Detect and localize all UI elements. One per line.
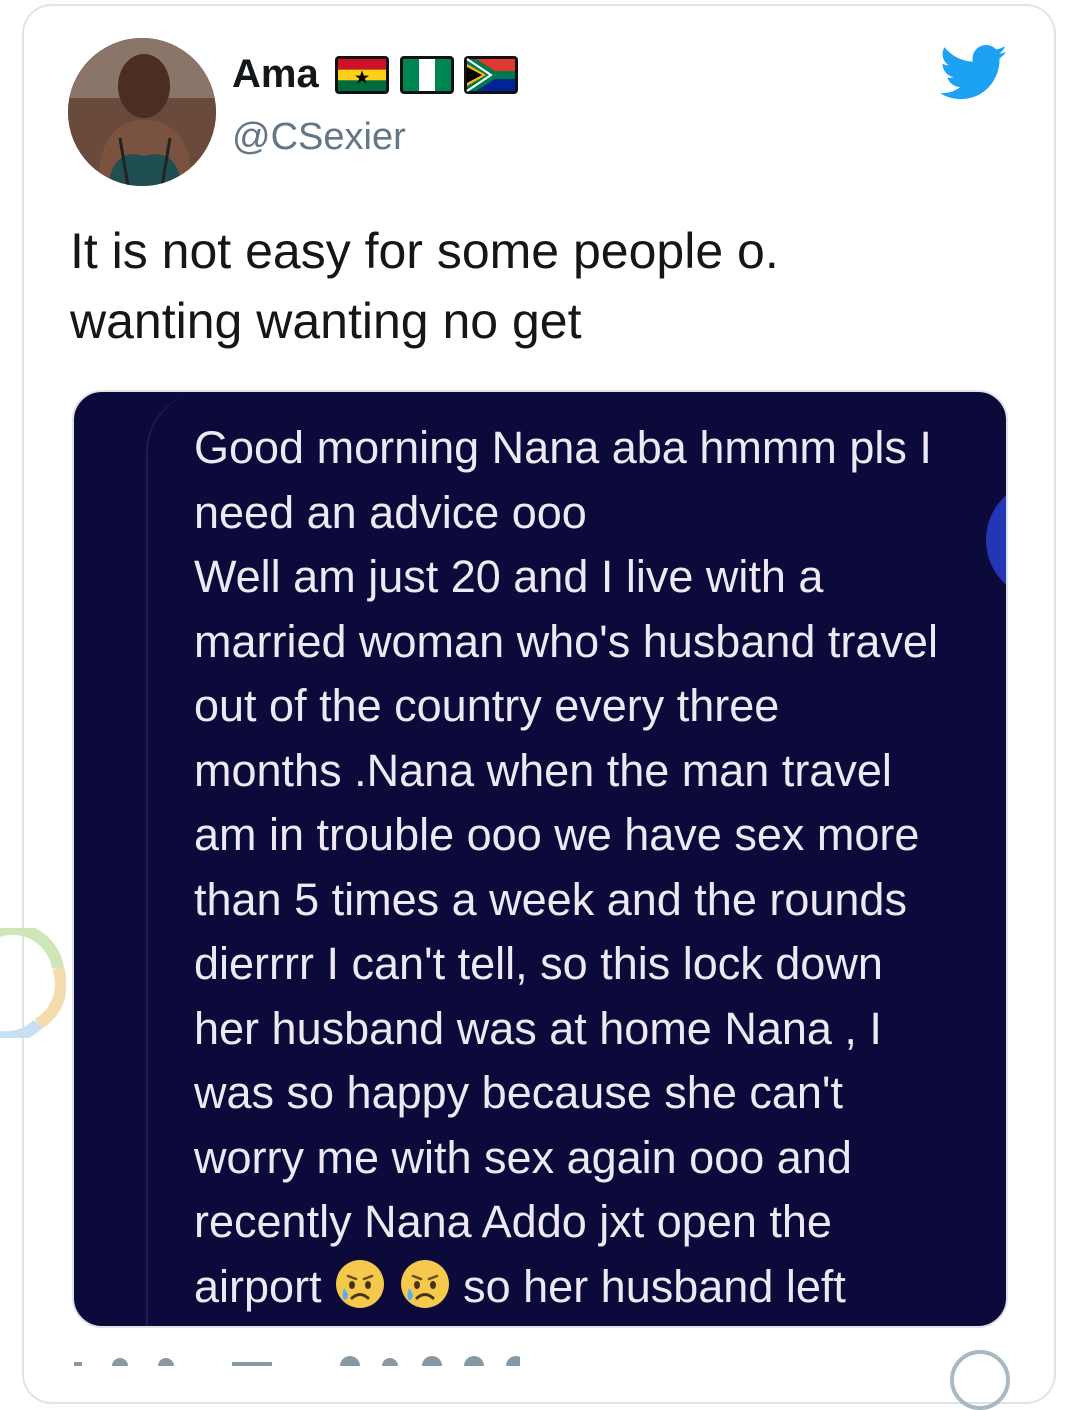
tweet-text: It is not easy for some people o. wantin… <box>70 216 970 356</box>
message-line: was so happy because she can't <box>194 1067 844 1118</box>
message-text: so her husband left <box>463 1260 846 1312</box>
message-line: dierrrr I can't tell, so this lock down <box>194 938 883 989</box>
tweet-media-image[interactable]: Good morning Nana aba hmmm pls I need an… <box>72 390 1008 1328</box>
loading-spinner-icon <box>0 928 66 1038</box>
info-icon[interactable] <box>950 1350 1010 1410</box>
tweet-text-line: wanting wanting no get <box>70 293 582 349</box>
timestamp-clipped <box>74 1356 520 1366</box>
message-line: Well am just 20 and I live with a <box>194 551 824 602</box>
message-line: than 5 times a week and the rounds <box>194 873 907 925</box>
tweet-text-line: It is not easy for some people o. <box>70 223 779 279</box>
nigeria-flag-icon <box>399 55 454 94</box>
message-line: married woman who's husband travel <box>194 615 938 667</box>
flag-emojis <box>335 55 524 94</box>
display-name[interactable]: Ama <box>232 52 319 97</box>
message-line: out of the country every three <box>194 680 780 731</box>
message-line: recently Nana Addo jxt open the <box>194 1196 832 1247</box>
message-line: am in trouble ooo we have sex more <box>194 809 920 860</box>
message-line: months .Nana when the man travel <box>194 744 892 796</box>
sad-relieved-face-icon <box>400 1259 449 1308</box>
avatar[interactable] <box>68 38 216 186</box>
avatar-photo <box>68 38 216 186</box>
ghana-flag-icon <box>335 55 390 94</box>
author-name-row: Ama <box>232 52 524 97</box>
twitter-bird-icon[interactable] <box>940 44 1008 102</box>
message-line: worry me with sex again ooo and <box>194 1131 852 1183</box>
south-africa-flag-icon <box>464 55 519 94</box>
message-line: her husband was at home Nana , I <box>194 1002 882 1054</box>
message-line: need an advice ooo <box>194 486 587 538</box>
timestamp-fragment <box>60 1352 520 1366</box>
message-line: Good morning Nana aba hmmm pls I <box>194 422 932 473</box>
user-handle[interactable]: @CSexier <box>232 116 406 159</box>
message-text: airport <box>194 1260 322 1312</box>
sad-relieved-face-icon <box>336 1259 385 1308</box>
screenshot-message-text: Good morning Nana aba hmmm pls I need an… <box>194 416 1006 1320</box>
message-line-last: airport so her husband left <box>194 1255 1006 1320</box>
